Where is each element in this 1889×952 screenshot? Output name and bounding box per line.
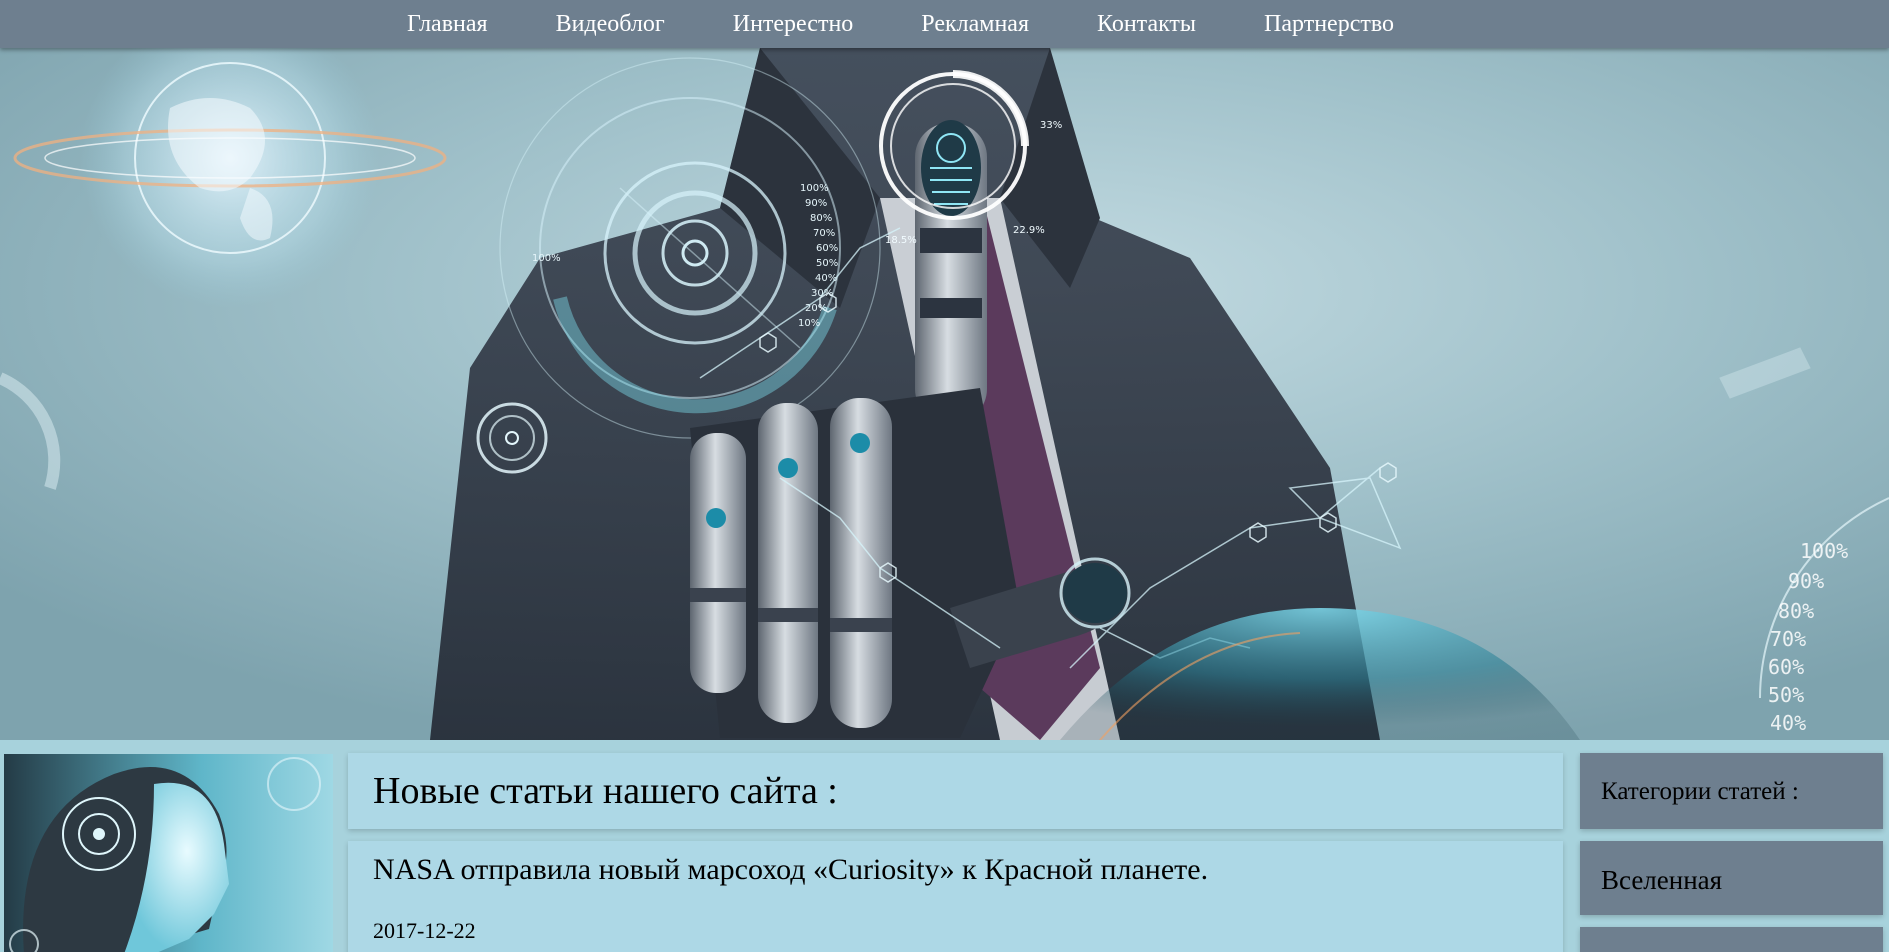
content-area: Новые статьи нашего сайта : NASA отправи… [0,740,1889,952]
nav-menu: Главная Видеоблог Интерестно Рекламная К… [407,0,1394,48]
nav-item-contacts[interactable]: Контакты [1097,11,1196,38]
side-label: 70% [1770,627,1806,651]
category-item[interactable] [1580,927,1883,952]
nav-item-advertising[interactable]: Рекламная [921,11,1029,38]
nav-item-partnership[interactable]: Партнерство [1264,11,1394,38]
nav-item-interesting[interactable]: Интерестно [733,11,854,38]
article-card: NASA отправила новый марсоход «Curiosity… [348,841,1563,952]
categories-title: Категории статей : [1601,778,1799,805]
side-label: 40% [1770,711,1806,735]
side-label: 100% [1800,539,1848,563]
category-item-universe[interactable]: Вселенная [1580,841,1883,915]
article-date: 2017-12-22 [373,918,476,943]
fingertip-label: 33% [1040,120,1062,131]
hud-label: 100% [800,183,829,194]
hud-label: 20% [805,303,827,314]
hud-label: 80% [810,213,832,224]
nav-item-videoblog[interactable]: Видеоблог [556,11,665,38]
side-label: 50% [1768,683,1804,707]
hud-label: 40% [815,273,837,284]
dial-label: 100% [532,253,561,264]
side-label: 90% [1788,569,1824,593]
side-label: 60% [1768,655,1804,679]
hud-label: 70% [813,228,835,239]
hero-illustration: 100% 90% 80% 70% 60% 50% 40% 30% 20% 10%… [0,48,1889,740]
top-navigation: Главная Видеоблог Интерестно Рекламная К… [0,0,1889,48]
hud-label: 10% [798,318,820,329]
categories-header: Категории статей : [1580,753,1883,829]
robot-head-image [4,754,333,952]
hud-label: 90% [805,198,827,209]
page: Главная Видеоблог Интерестно Рекламная К… [0,0,1889,952]
category-label: Вселенная [1601,865,1723,895]
article-thumbnail[interactable] [4,754,333,952]
nav-item-home[interactable]: Главная [407,11,488,38]
fingertip-label: 22.9% [1013,225,1045,236]
section-title: Новые статьи нашего сайта : [373,770,838,812]
fingertip-label: 18.5% [885,235,917,246]
side-label: 80% [1778,599,1814,623]
article-headline[interactable]: NASA отправила новый марсоход «Curiosity… [373,853,1208,887]
hud-label: 50% [816,258,838,269]
hud-label: 60% [816,243,838,254]
new-articles-header: Новые статьи нашего сайта : [348,753,1563,829]
hero-banner: 100% 90% 80% 70% 60% 50% 40% 30% 20% 10%… [0,48,1889,740]
